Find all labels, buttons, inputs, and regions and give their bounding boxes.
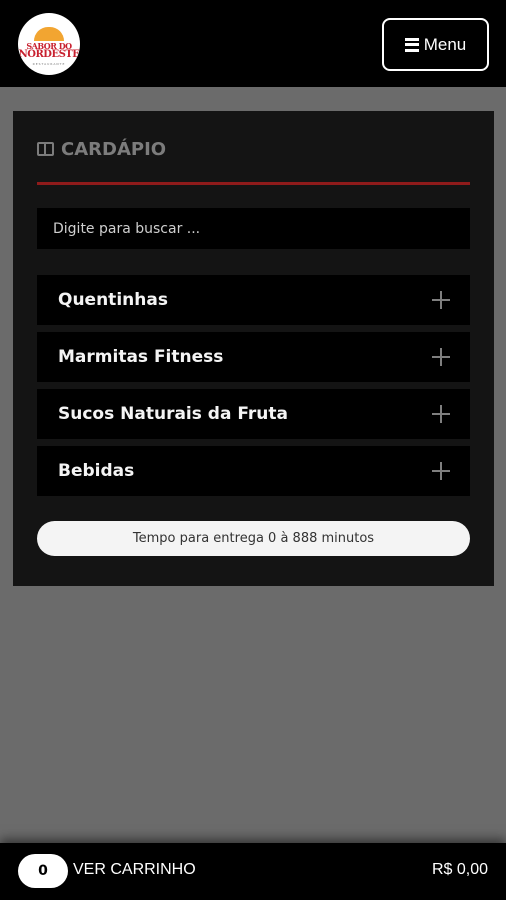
plus-icon [432, 405, 450, 423]
logo-sun-icon [34, 26, 64, 41]
category-marmitas-fitness[interactable]: Marmitas Fitness [37, 332, 470, 382]
cart-footer-bar: 0 VER CARRINHO R$ 0,00 [0, 843, 506, 900]
category-label: Marmitas Fitness [58, 347, 224, 367]
category-sucos-naturais[interactable]: Sucos Naturais da Fruta [37, 389, 470, 439]
view-cart-link[interactable]: VER CARRINHO [73, 861, 196, 879]
menu-button-label: Menu [423, 34, 467, 54]
plus-icon [432, 348, 450, 366]
cart-count-badge[interactable]: 0 [18, 854, 68, 888]
menu-panel: CARDÁPIO Quentinhas Marmitas Fitness Suc… [13, 111, 494, 586]
logo-text-line3: RESTAURANTE [32, 61, 66, 66]
panel-title: CARDÁPIO [37, 137, 166, 161]
panel-title-text: CARDÁPIO [61, 138, 167, 160]
menu-button[interactable]: Menu [382, 18, 489, 71]
top-navbar: SABOR DO NORDESTE RESTAURANTE Menu [0, 0, 506, 87]
category-label: Bebidas [58, 461, 135, 481]
cart-total: R$ 0,00 [431, 861, 488, 878]
search-input[interactable] [37, 208, 470, 249]
hamburger-icon [404, 37, 419, 52]
title-divider [37, 182, 470, 185]
plus-icon [432, 291, 450, 309]
category-quentinhas[interactable]: Quentinhas [37, 275, 470, 325]
category-label: Sucos Naturais da Fruta [58, 404, 288, 424]
delivery-time-badge: Tempo para entrega 0 à 888 minutos [37, 521, 470, 556]
category-label: Quentinhas [58, 290, 168, 310]
logo-text-line2: NORDESTE [18, 48, 80, 60]
restaurant-logo[interactable]: SABOR DO NORDESTE RESTAURANTE [18, 13, 80, 75]
category-bebidas[interactable]: Bebidas [37, 446, 470, 496]
plus-icon [432, 462, 450, 480]
book-icon [37, 142, 54, 156]
